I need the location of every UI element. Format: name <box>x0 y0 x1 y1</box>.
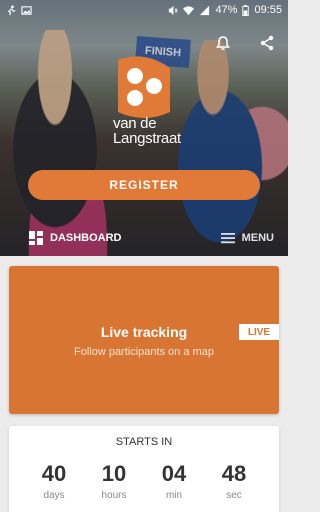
countdown-value: 48 <box>221 461 247 486</box>
runner-notification-icon <box>7 4 16 15</box>
notifications-button[interactable] <box>212 32 234 54</box>
brand-wordmark: van de Langstraat <box>113 116 181 146</box>
brand-line-2: Langstraat <box>113 130 181 147</box>
wifi-icon <box>183 5 195 15</box>
countdown-minutes: 04 min <box>151 461 197 502</box>
bell-icon <box>216 36 230 50</box>
brand-line-1: van de <box>113 115 157 132</box>
countdown-days: 40 days <box>31 461 77 502</box>
countdown-seconds: 48 sec <box>211 461 257 502</box>
share-button[interactable] <box>256 32 278 54</box>
countdown-value: 10 <box>101 461 127 486</box>
dashboard-icon <box>29 231 43 245</box>
nav-row: DASHBOARD MENU <box>0 226 288 250</box>
battery-icon <box>242 4 250 16</box>
brand-logo-icon <box>118 56 170 118</box>
mute-icon <box>169 5 178 15</box>
status-right: 47% 09:55 <box>167 4 282 16</box>
live-tracking-card[interactable]: Live tracking Follow participants on a m… <box>9 266 279 414</box>
dashboard-tab[interactable]: DASHBOARD <box>28 230 122 246</box>
countdown-unit: sec <box>226 490 242 501</box>
clock: 09:55 <box>254 4 282 16</box>
countdown-unit: min <box>165 490 183 501</box>
status-bar: 47% 09:55 <box>0 0 288 20</box>
tracking-subtitle: Follow participants on a map <box>73 346 214 358</box>
countdown-grid: 40 days 10 hours 04 min 48 sec <box>31 461 257 502</box>
signal-icon <box>200 5 210 15</box>
menu-label: MENU <box>241 232 274 244</box>
countdown-hours: 10 hours <box>91 461 137 502</box>
countdown-value: 04 <box>161 461 187 486</box>
countdown-value: 40 <box>41 461 67 486</box>
top-actions <box>212 32 278 54</box>
menu-icon <box>220 233 235 244</box>
countdown-unit: days <box>43 490 65 501</box>
status-left <box>6 4 32 16</box>
image-notification-icon <box>21 5 32 15</box>
share-icon <box>260 35 274 51</box>
register-button[interactable]: REGISTER <box>28 170 260 200</box>
live-badge: LIVE <box>239 324 279 340</box>
starts-in-label: STARTS IN <box>115 436 173 448</box>
countdown-unit: hours <box>101 490 127 501</box>
menu-tab[interactable]: MENU <box>220 231 274 245</box>
battery-percent: 47% <box>215 4 238 16</box>
dashboard-label: DASHBOARD <box>50 232 122 244</box>
countdown-card: STARTS IN 40 days 10 hours 04 min 48 sec <box>9 426 279 512</box>
